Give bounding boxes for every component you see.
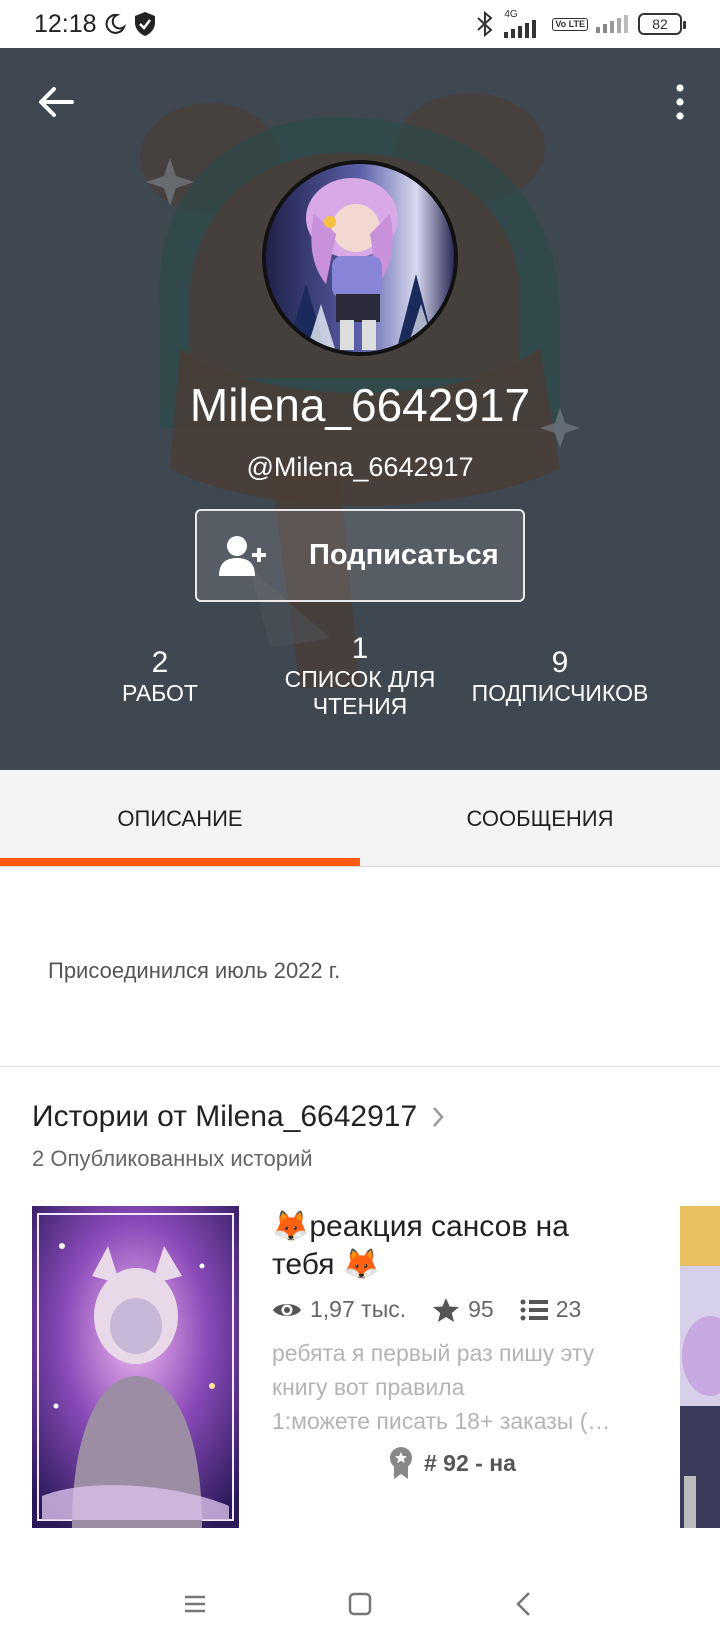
list-icon <box>520 1299 548 1320</box>
add-user-icon <box>219 535 266 576</box>
active-tab-indicator <box>0 858 360 866</box>
more-options-icon[interactable] <box>670 82 690 122</box>
story-description-line: 1:можете писать 18+ заказы (… <box>272 1408 611 1434</box>
award-ribbon-icon <box>390 1447 412 1479</box>
joined-date: Присоединился июль 2022 г. <box>48 958 341 983</box>
avatar-image <box>266 164 454 352</box>
story-votes: 95 <box>432 1296 494 1323</box>
stat-reading-lists[interactable]: 1 СПИСОК ДЛЯ ЧТЕНИЯ <box>270 632 450 720</box>
profile-page: 12:18 4G Vo LTE 82 Milena_6642917 @Milen… <box>0 0 720 1650</box>
stories-count: 2 Опубликованных историй <box>32 1146 313 1171</box>
story-description-line: ребята я первый раз пишу эту <box>272 1340 595 1366</box>
story-views-count: 1,97 тыс. <box>310 1296 407 1322</box>
story-cover-next[interactable] <box>680 1206 720 1528</box>
story-cover-image <box>32 1206 239 1528</box>
status-bar: 12:18 4G Vo LTE 82 <box>0 0 720 48</box>
follow-button-label: Подписаться <box>309 539 499 571</box>
signal-2-icon <box>596 15 628 33</box>
story-cover[interactable] <box>32 1206 239 1528</box>
story-title[interactable]: 🦊реакция сансов на тебя 🦊 <box>272 1208 632 1284</box>
story-rank: # 92 - на <box>388 1446 516 1480</box>
status-time: 12:18 <box>34 9 97 38</box>
follow-button[interactable]: Подписаться <box>195 509 525 602</box>
bluetooth-icon <box>477 11 493 37</box>
eye-icon <box>273 1303 301 1316</box>
stories-section-title[interactable]: Истории от Milena_6642917 <box>32 1100 445 1134</box>
shield-icon <box>134 12 155 36</box>
stat-works-label: РАБОТ <box>122 680 198 706</box>
network-type: 4G <box>504 9 518 20</box>
story-parts: 23 <box>520 1296 582 1323</box>
chevron-right-icon <box>433 1107 444 1127</box>
profile-stats: 2 РАБОТ 1 СПИСОК ДЛЯ ЧТЕНИЯ 9 ПОДПИСЧИКО… <box>0 632 720 750</box>
volte-badge: Vo LTE <box>552 17 588 31</box>
tab-description[interactable]: ОПИСАНИЕ <box>0 770 360 867</box>
profile-header: Milena_6642917 @Milena_6642917 Подписать… <box>0 48 720 770</box>
star-icon <box>433 1297 460 1322</box>
stat-followers-value: 9 <box>551 646 569 679</box>
username-handle: @Milena_6642917 <box>246 452 474 482</box>
battery-indicator: 82 <box>638 13 686 35</box>
story-votes-count: 95 <box>468 1296 494 1322</box>
story-description-line: книгу вот правила <box>272 1374 465 1400</box>
story-parts-count: 23 <box>555 1296 582 1322</box>
stat-followers-label: ПОДПИСЧИКОВ <box>471 680 649 706</box>
system-navigation-bar <box>0 1560 720 1650</box>
story-meta: 1,97 тыс. 95 23 <box>272 1296 607 1323</box>
tab-messages[interactable]: СООБЩЕНИЯ <box>360 770 720 867</box>
back-arrow-icon[interactable] <box>36 82 76 122</box>
stat-works-value: 2 <box>151 646 169 679</box>
stat-works[interactable]: 2 РАБОТ <box>100 646 220 707</box>
story-views: 1,97 тыс. <box>272 1296 406 1323</box>
stories-title-text: Истории от Milena_6642917 <box>32 1100 418 1133</box>
avatar[interactable] <box>262 160 458 356</box>
moon-icon <box>105 13 126 34</box>
stat-followers[interactable]: 9 ПОДПИСЧИКОВ <box>460 646 660 707</box>
display-name: Milena_6642917 <box>189 379 531 431</box>
stat-reading-lists-value: 1 <box>351 632 369 665</box>
back-nav-icon[interactable] <box>509 1588 541 1620</box>
recent-apps-icon[interactable] <box>179 1588 211 1620</box>
story-rank-text: # 92 - на <box>424 1449 516 1476</box>
status-right: 4G Vo LTE 82 <box>474 9 686 38</box>
profile-tabs: ОПИСАНИЕ СООБЩЕНИЯ <box>0 770 720 867</box>
story-cover-next-image <box>680 1206 720 1528</box>
section-divider <box>0 1066 720 1067</box>
home-icon[interactable] <box>344 1588 376 1620</box>
signal-icon <box>504 20 537 38</box>
stat-reading-lists-label: СПИСОК ДЛЯ ЧТЕНИЯ <box>284 666 436 719</box>
story-description[interactable]: ребята я первый раз пишу эту книгу вот п… <box>272 1336 642 1438</box>
